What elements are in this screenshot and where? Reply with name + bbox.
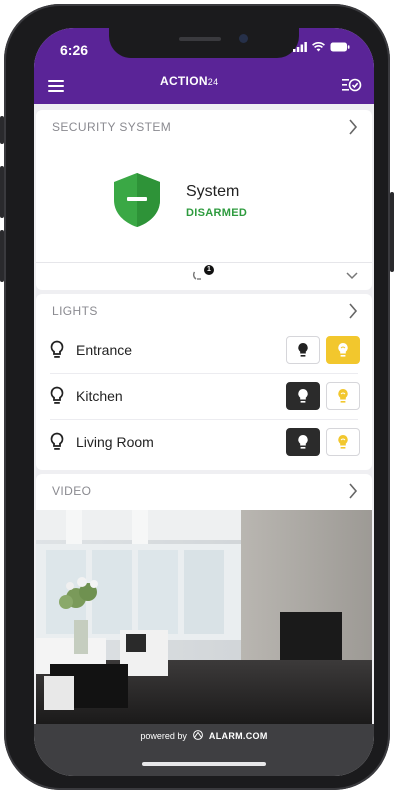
powered-by-line: powered by ALARM.COM	[34, 730, 374, 741]
chevron-right-icon[interactable]	[348, 303, 358, 319]
status-icons	[293, 42, 350, 52]
security-header: SECURITY SYSTEM	[52, 120, 172, 134]
app-logo: ACTION24	[160, 74, 218, 88]
light-on-button[interactable]	[326, 428, 360, 456]
light-on-button[interactable]	[326, 336, 360, 364]
app-bar: 6:26 ACTION24	[34, 28, 374, 104]
powered-by-text: powered by	[140, 731, 187, 741]
phone-frame: 6:26 ACTION24 SECURITY SYSTEM System DIS…	[0, 4, 394, 790]
powered-by-bar: powered by ALARM.COM	[34, 724, 374, 776]
light-on-button[interactable]	[326, 382, 360, 410]
bulb-icon	[50, 340, 64, 358]
security-card: SECURITY SYSTEM System DISARMED 1	[36, 110, 372, 290]
home-indicator[interactable]	[142, 762, 266, 766]
bulb-on-icon	[338, 389, 348, 403]
chevron-right-icon[interactable]	[348, 483, 358, 499]
signal-icon	[293, 42, 307, 52]
shield-icon[interactable]	[112, 172, 162, 228]
light-row-kitchen: Kitchen	[36, 374, 372, 420]
bulb-icon	[50, 386, 64, 404]
video-thumbnail[interactable]	[36, 510, 372, 724]
brand-suffix: 24	[207, 77, 219, 87]
chevron-down-icon[interactable]	[346, 272, 358, 280]
status-time: 6:26	[60, 42, 89, 58]
silent-switch	[0, 116, 4, 144]
app-screen: 6:26 ACTION24 SECURITY SYSTEM System DIS…	[34, 28, 374, 776]
security-divider	[36, 262, 372, 263]
notch	[109, 28, 299, 58]
sensor-count-badge: 1	[204, 265, 214, 275]
tasks-icon[interactable]	[342, 77, 362, 93]
video-card: VIDEO	[36, 474, 372, 726]
front-camera	[239, 34, 248, 43]
light-off-button[interactable]	[286, 382, 320, 410]
volume-up-button	[0, 166, 4, 218]
bulb-on-icon	[338, 343, 348, 357]
wifi-icon	[312, 42, 325, 52]
battery-icon	[330, 42, 350, 52]
light-off-button[interactable]	[286, 428, 320, 456]
video-header: VIDEO	[52, 484, 92, 498]
light-row-entrance: Entrance	[36, 328, 372, 374]
system-label: System	[186, 183, 240, 200]
alarm-logo-icon	[193, 730, 204, 740]
volume-down-button	[0, 230, 4, 282]
brand-text: ACTION	[160, 74, 208, 88]
power-button	[390, 192, 394, 272]
chevron-right-icon[interactable]	[348, 119, 358, 135]
arming-state: DISARMED	[186, 207, 248, 219]
alarm-brand-text: ALARM.COM	[208, 731, 268, 741]
bulb-off-icon	[298, 343, 308, 357]
bulb-on-icon	[338, 435, 348, 449]
bulb-off-icon	[298, 435, 308, 449]
light-off-button[interactable]	[286, 336, 320, 364]
lights-card: LIGHTS Entrance Kitchen Living Room	[36, 294, 372, 470]
lights-header: LIGHTS	[52, 304, 98, 318]
menu-icon[interactable]	[48, 80, 64, 95]
earpiece	[179, 37, 221, 41]
light-row-living-room: Living Room	[36, 420, 372, 466]
bulb-off-icon	[298, 389, 308, 403]
light-name: Kitchen	[76, 388, 123, 404]
living-room-camera-image	[36, 510, 372, 724]
light-name: Entrance	[76, 342, 133, 358]
light-name: Living Room	[76, 434, 154, 450]
bulb-icon	[50, 432, 64, 450]
